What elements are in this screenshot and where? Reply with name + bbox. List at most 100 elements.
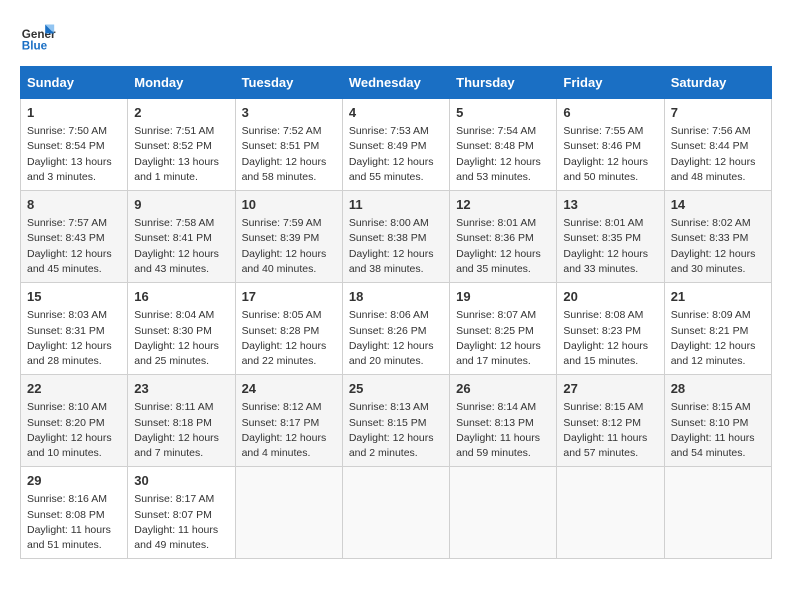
calendar-header-thursday: Thursday <box>450 67 557 99</box>
calendar-cell: 15 Sunrise: 8:03 AM Sunset: 8:31 PM Dayl… <box>21 283 128 375</box>
day-number: 11 <box>349 196 443 214</box>
day-info: Sunrise: 8:01 AM Sunset: 8:35 PM Dayligh… <box>563 216 657 277</box>
calendar-cell <box>235 467 342 559</box>
day-number: 19 <box>456 288 550 306</box>
day-number: 18 <box>349 288 443 306</box>
calendar-cell <box>342 467 449 559</box>
day-info: Sunrise: 7:51 AM Sunset: 8:52 PM Dayligh… <box>134 124 228 185</box>
calendar-cell: 21 Sunrise: 8:09 AM Sunset: 8:21 PM Dayl… <box>664 283 771 375</box>
day-number: 12 <box>456 196 550 214</box>
calendar-cell <box>664 467 771 559</box>
day-info: Sunrise: 8:12 AM Sunset: 8:17 PM Dayligh… <box>242 400 336 461</box>
day-info: Sunrise: 7:53 AM Sunset: 8:49 PM Dayligh… <box>349 124 443 185</box>
calendar-cell: 12 Sunrise: 8:01 AM Sunset: 8:36 PM Dayl… <box>450 191 557 283</box>
day-info: Sunrise: 8:04 AM Sunset: 8:30 PM Dayligh… <box>134 308 228 369</box>
day-number: 17 <box>242 288 336 306</box>
day-number: 13 <box>563 196 657 214</box>
calendar-header-sunday: Sunday <box>21 67 128 99</box>
day-number: 6 <box>563 104 657 122</box>
calendar-cell: 24 Sunrise: 8:12 AM Sunset: 8:17 PM Dayl… <box>235 375 342 467</box>
calendar-header-tuesday: Tuesday <box>235 67 342 99</box>
day-number: 10 <box>242 196 336 214</box>
day-info: Sunrise: 7:52 AM Sunset: 8:51 PM Dayligh… <box>242 124 336 185</box>
day-number: 9 <box>134 196 228 214</box>
day-info: Sunrise: 8:09 AM Sunset: 8:21 PM Dayligh… <box>671 308 765 369</box>
day-info: Sunrise: 8:10 AM Sunset: 8:20 PM Dayligh… <box>27 400 121 461</box>
day-info: Sunrise: 8:07 AM Sunset: 8:25 PM Dayligh… <box>456 308 550 369</box>
day-info: Sunrise: 8:17 AM Sunset: 8:07 PM Dayligh… <box>134 492 228 553</box>
day-info: Sunrise: 8:08 AM Sunset: 8:23 PM Dayligh… <box>563 308 657 369</box>
day-info: Sunrise: 8:05 AM Sunset: 8:28 PM Dayligh… <box>242 308 336 369</box>
calendar-cell: 11 Sunrise: 8:00 AM Sunset: 8:38 PM Dayl… <box>342 191 449 283</box>
calendar-cell: 6 Sunrise: 7:55 AM Sunset: 8:46 PM Dayli… <box>557 99 664 191</box>
calendar-cell: 25 Sunrise: 8:13 AM Sunset: 8:15 PM Dayl… <box>342 375 449 467</box>
calendar-header-saturday: Saturday <box>664 67 771 99</box>
calendar-header-wednesday: Wednesday <box>342 67 449 99</box>
day-number: 27 <box>563 380 657 398</box>
calendar-cell: 5 Sunrise: 7:54 AM Sunset: 8:48 PM Dayli… <box>450 99 557 191</box>
day-number: 28 <box>671 380 765 398</box>
calendar-week-1: 1 Sunrise: 7:50 AM Sunset: 8:54 PM Dayli… <box>21 99 772 191</box>
day-info: Sunrise: 8:00 AM Sunset: 8:38 PM Dayligh… <box>349 216 443 277</box>
calendar-header-friday: Friday <box>557 67 664 99</box>
day-info: Sunrise: 8:01 AM Sunset: 8:36 PM Dayligh… <box>456 216 550 277</box>
day-number: 26 <box>456 380 550 398</box>
day-info: Sunrise: 8:15 AM Sunset: 8:10 PM Dayligh… <box>671 400 765 461</box>
calendar-table: SundayMondayTuesdayWednesdayThursdayFrid… <box>20 66 772 559</box>
calendar-cell: 7 Sunrise: 7:56 AM Sunset: 8:44 PM Dayli… <box>664 99 771 191</box>
day-info: Sunrise: 7:50 AM Sunset: 8:54 PM Dayligh… <box>27 124 121 185</box>
calendar-cell: 8 Sunrise: 7:57 AM Sunset: 8:43 PM Dayli… <box>21 191 128 283</box>
logo: General Blue <box>20 20 56 56</box>
calendar-cell: 27 Sunrise: 8:15 AM Sunset: 8:12 PM Dayl… <box>557 375 664 467</box>
calendar-header-row: SundayMondayTuesdayWednesdayThursdayFrid… <box>21 67 772 99</box>
calendar-cell: 26 Sunrise: 8:14 AM Sunset: 8:13 PM Dayl… <box>450 375 557 467</box>
day-number: 2 <box>134 104 228 122</box>
day-info: Sunrise: 7:58 AM Sunset: 8:41 PM Dayligh… <box>134 216 228 277</box>
day-number: 14 <box>671 196 765 214</box>
day-info: Sunrise: 8:16 AM Sunset: 8:08 PM Dayligh… <box>27 492 121 553</box>
calendar-cell: 16 Sunrise: 8:04 AM Sunset: 8:30 PM Dayl… <box>128 283 235 375</box>
calendar-week-2: 8 Sunrise: 7:57 AM Sunset: 8:43 PM Dayli… <box>21 191 772 283</box>
day-number: 16 <box>134 288 228 306</box>
calendar-week-5: 29 Sunrise: 8:16 AM Sunset: 8:08 PM Dayl… <box>21 467 772 559</box>
logo-icon: General Blue <box>20 20 56 56</box>
day-number: 15 <box>27 288 121 306</box>
day-number: 21 <box>671 288 765 306</box>
day-number: 30 <box>134 472 228 490</box>
calendar-cell: 10 Sunrise: 7:59 AM Sunset: 8:39 PM Dayl… <box>235 191 342 283</box>
day-info: Sunrise: 8:14 AM Sunset: 8:13 PM Dayligh… <box>456 400 550 461</box>
calendar-cell: 9 Sunrise: 7:58 AM Sunset: 8:41 PM Dayli… <box>128 191 235 283</box>
day-info: Sunrise: 7:57 AM Sunset: 8:43 PM Dayligh… <box>27 216 121 277</box>
calendar-cell: 13 Sunrise: 8:01 AM Sunset: 8:35 PM Dayl… <box>557 191 664 283</box>
calendar-cell: 30 Sunrise: 8:17 AM Sunset: 8:07 PM Dayl… <box>128 467 235 559</box>
day-info: Sunrise: 8:13 AM Sunset: 8:15 PM Dayligh… <box>349 400 443 461</box>
calendar-cell: 29 Sunrise: 8:16 AM Sunset: 8:08 PM Dayl… <box>21 467 128 559</box>
calendar-cell: 18 Sunrise: 8:06 AM Sunset: 8:26 PM Dayl… <box>342 283 449 375</box>
day-info: Sunrise: 8:15 AM Sunset: 8:12 PM Dayligh… <box>563 400 657 461</box>
day-number: 1 <box>27 104 121 122</box>
calendar-cell: 4 Sunrise: 7:53 AM Sunset: 8:49 PM Dayli… <box>342 99 449 191</box>
day-number: 20 <box>563 288 657 306</box>
calendar-cell: 23 Sunrise: 8:11 AM Sunset: 8:18 PM Dayl… <box>128 375 235 467</box>
day-info: Sunrise: 7:59 AM Sunset: 8:39 PM Dayligh… <box>242 216 336 277</box>
calendar-cell: 17 Sunrise: 8:05 AM Sunset: 8:28 PM Dayl… <box>235 283 342 375</box>
day-info: Sunrise: 8:02 AM Sunset: 8:33 PM Dayligh… <box>671 216 765 277</box>
calendar-cell: 1 Sunrise: 7:50 AM Sunset: 8:54 PM Dayli… <box>21 99 128 191</box>
day-number: 5 <box>456 104 550 122</box>
calendar-cell: 19 Sunrise: 8:07 AM Sunset: 8:25 PM Dayl… <box>450 283 557 375</box>
calendar-cell: 3 Sunrise: 7:52 AM Sunset: 8:51 PM Dayli… <box>235 99 342 191</box>
calendar-cell: 22 Sunrise: 8:10 AM Sunset: 8:20 PM Dayl… <box>21 375 128 467</box>
day-number: 29 <box>27 472 121 490</box>
calendar-cell: 14 Sunrise: 8:02 AM Sunset: 8:33 PM Dayl… <box>664 191 771 283</box>
day-info: Sunrise: 8:03 AM Sunset: 8:31 PM Dayligh… <box>27 308 121 369</box>
day-info: Sunrise: 8:11 AM Sunset: 8:18 PM Dayligh… <box>134 400 228 461</box>
day-number: 4 <box>349 104 443 122</box>
calendar-cell: 2 Sunrise: 7:51 AM Sunset: 8:52 PM Dayli… <box>128 99 235 191</box>
day-info: Sunrise: 7:54 AM Sunset: 8:48 PM Dayligh… <box>456 124 550 185</box>
calendar-cell: 28 Sunrise: 8:15 AM Sunset: 8:10 PM Dayl… <box>664 375 771 467</box>
day-number: 8 <box>27 196 121 214</box>
day-number: 23 <box>134 380 228 398</box>
day-number: 25 <box>349 380 443 398</box>
calendar-cell: 20 Sunrise: 8:08 AM Sunset: 8:23 PM Dayl… <box>557 283 664 375</box>
day-info: Sunrise: 7:56 AM Sunset: 8:44 PM Dayligh… <box>671 124 765 185</box>
